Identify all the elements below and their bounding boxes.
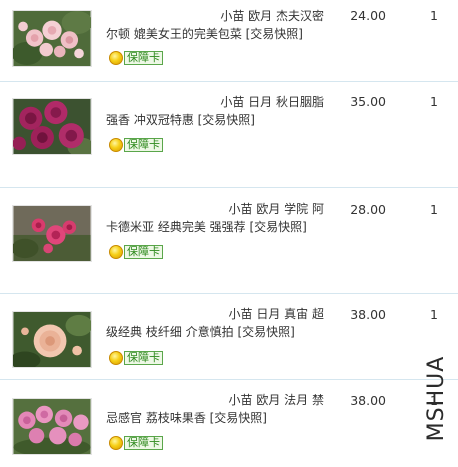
unit-price: 28.00 xyxy=(350,202,386,217)
guarantee-card-label: 保障卡 xyxy=(124,244,163,259)
product-title-line2: 卡德米亚 经典完美 强强荐 [交易快照] xyxy=(106,220,307,234)
watermark: MSHUA xyxy=(420,350,452,455)
guarantee-card-label: 保障卡 xyxy=(124,350,163,365)
product-thumbnail[interactable] xyxy=(12,98,92,155)
coin-icon xyxy=(109,435,123,450)
product-title-line2: 忌感官 荔枝味果香 [交易快照] xyxy=(106,411,267,425)
order-row: 小苗 欧月 杰夫汉密 尔顿 媲美女王的完美包菜 [交易快照] 保障卡 24.00… xyxy=(0,0,458,82)
guarantee-card-badge[interactable]: 保障卡 xyxy=(109,50,163,65)
unit-price: 24.00 xyxy=(350,8,386,23)
coin-icon xyxy=(109,50,123,65)
product-title-line2: 级经典 枝纤细 介意慎拍 [交易快照] xyxy=(106,325,295,339)
guarantee-card-badge[interactable]: 保障卡 xyxy=(109,244,163,259)
guarantee-card-badge[interactable]: 保障卡 xyxy=(109,435,163,450)
quantity: 1 xyxy=(430,202,438,217)
guarantee-card-label: 保障卡 xyxy=(124,435,163,450)
product-title[interactable]: 小苗 日月 秋日胭脂 强香 冲双冠特惠 [交易快照] xyxy=(106,93,324,129)
rose-photo-magenta-icon xyxy=(13,99,91,154)
rose-photo-pink-red-icon xyxy=(13,206,91,261)
product-thumbnail[interactable] xyxy=(12,398,92,455)
order-row: 小苗 日月 秋日胭脂 强香 冲双冠特惠 [交易快照] 保障卡 35.00 1 xyxy=(0,82,458,188)
rose-photo-light-pink-icon xyxy=(13,11,91,66)
product-thumbnail[interactable] xyxy=(12,10,92,67)
product-title-line1: 小苗 欧月 法月 禁 xyxy=(228,393,324,407)
order-list: 小苗 欧月 杰夫汉密 尔顿 媲美女王的完美包菜 [交易快照] 保障卡 24.00… xyxy=(0,0,458,467)
order-row: 小苗 日月 真宙 超 级经典 枝纤细 介意慎拍 [交易快照] 保障卡 38.00… xyxy=(0,294,458,380)
unit-price: 38.00 xyxy=(350,393,386,408)
product-title-line1: 小苗 日月 真宙 超 xyxy=(228,307,324,321)
guarantee-card-badge[interactable]: 保障卡 xyxy=(109,137,163,152)
product-thumbnail[interactable] xyxy=(12,205,92,262)
order-row: 小苗 欧月 学院 阿 卡德米亚 经典完美 强强荐 [交易快照] 保障卡 28.0… xyxy=(0,188,458,294)
rose-photo-pink-cluster-icon xyxy=(13,399,91,454)
coin-icon xyxy=(109,137,123,152)
quantity: 1 xyxy=(430,8,438,23)
product-title-line1: 小苗 欧月 杰夫汉密 xyxy=(220,9,324,23)
product-thumbnail[interactable] xyxy=(12,311,92,368)
coin-icon xyxy=(109,350,123,365)
product-title[interactable]: 小苗 欧月 学院 阿 卡德米亚 经典完美 强强荐 [交易快照] xyxy=(106,200,324,236)
product-title-line1: 小苗 日月 秋日胭脂 xyxy=(220,95,324,109)
quantity: 1 xyxy=(430,94,438,109)
guarantee-card-badge[interactable]: 保障卡 xyxy=(109,350,163,365)
product-title[interactable]: 小苗 日月 真宙 超 级经典 枝纤细 介意慎拍 [交易快照] xyxy=(106,305,324,341)
guarantee-card-label: 保障卡 xyxy=(124,50,163,65)
product-title[interactable]: 小苗 欧月 法月 禁 忌感官 荔枝味果香 [交易快照] xyxy=(106,391,324,427)
order-row: 小苗 欧月 法月 禁 忌感官 荔枝味果香 [交易快照] 保障卡 38.00 1 xyxy=(0,380,458,467)
product-title[interactable]: 小苗 欧月 杰夫汉密 尔顿 媲美女王的完美包菜 [交易快照] xyxy=(106,7,324,43)
coin-icon xyxy=(109,244,123,259)
unit-price: 38.00 xyxy=(350,307,386,322)
quantity: 1 xyxy=(430,307,438,322)
unit-price: 35.00 xyxy=(350,94,386,109)
product-title-line1: 小苗 欧月 学院 阿 xyxy=(228,202,324,216)
watermark-text: MSHUA xyxy=(424,355,449,442)
product-title-line2: 尔顿 媲美女王的完美包菜 [交易快照] xyxy=(106,27,303,41)
product-title-line2: 强香 冲双冠特惠 [交易快照] xyxy=(106,113,255,127)
rose-photo-peach-icon xyxy=(13,312,91,367)
guarantee-card-label: 保障卡 xyxy=(124,137,163,152)
